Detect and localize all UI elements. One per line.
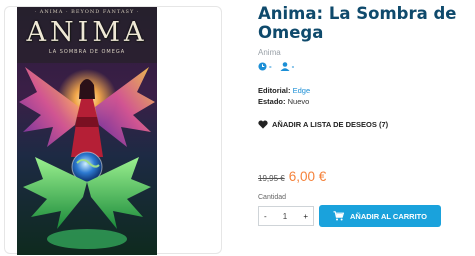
add-to-wishlist-button[interactable]: AÑADIR A LISTA DE DESEOS (7): [258, 120, 388, 129]
play-time-value: -: [269, 62, 272, 71]
estado-label: Estado:: [258, 97, 286, 106]
editorial-row: Editorial: Edge: [258, 85, 310, 96]
quantity-decrease-button[interactable]: -: [264, 212, 267, 221]
product-subtitle: Anima: [258, 48, 281, 57]
add-to-cart-label: AÑADIR AL CARRITO: [350, 211, 427, 221]
cart-icon: [333, 211, 345, 221]
quantity-label: Cantidad: [258, 194, 287, 201]
play-time: -: [258, 62, 272, 71]
product-title: Anima: La Sombra de Omega: [258, 4, 457, 42]
product-details: Editorial: Edge Estado: Nuevo: [258, 85, 310, 107]
estado-value: Nuevo: [287, 97, 310, 106]
product-info: Anima: La Sombra de Omega Anima: [258, 4, 473, 57]
old-price: 19,95 €: [258, 174, 285, 183]
editorial-link[interactable]: Edge: [293, 86, 311, 95]
cover-top-line: · ANIMA · BEYOND FANTASY ·: [34, 9, 140, 15]
cover-subtitle: LA SOMBRA DE OMEGA: [48, 49, 126, 55]
cover-title: ANIMA: [26, 17, 148, 48]
clock-icon: [258, 62, 267, 71]
editorial-label: Editorial:: [258, 86, 291, 95]
quantity-increase-button[interactable]: +: [303, 212, 308, 221]
player-count-value: -: [291, 62, 295, 71]
player-count: -: [280, 62, 295, 71]
heart-icon: [258, 120, 268, 129]
product-meta-icons: - -: [258, 62, 302, 71]
estado-row: Estado: Nuevo: [258, 96, 310, 107]
product-cover-image[interactable]: · ANIMA · BEYOND FANTASY · ANIMA LA SOMB…: [17, 7, 157, 255]
price-row: 19,95 € 6,00 €: [258, 169, 326, 184]
current-price: 6,00 €: [288, 169, 327, 184]
product-image-card: · ANIMA · BEYOND FANTASY · ANIMA LA SOMB…: [4, 6, 222, 255]
add-to-cart-button[interactable]: AÑADIR AL CARRITO: [319, 205, 441, 227]
wishlist-label: AÑADIR A LISTA DE DESEOS (7): [272, 120, 389, 129]
user-icon: [280, 62, 290, 71]
quantity-stepper: - 1 +: [258, 206, 314, 226]
quantity-input[interactable]: 1: [283, 212, 287, 221]
